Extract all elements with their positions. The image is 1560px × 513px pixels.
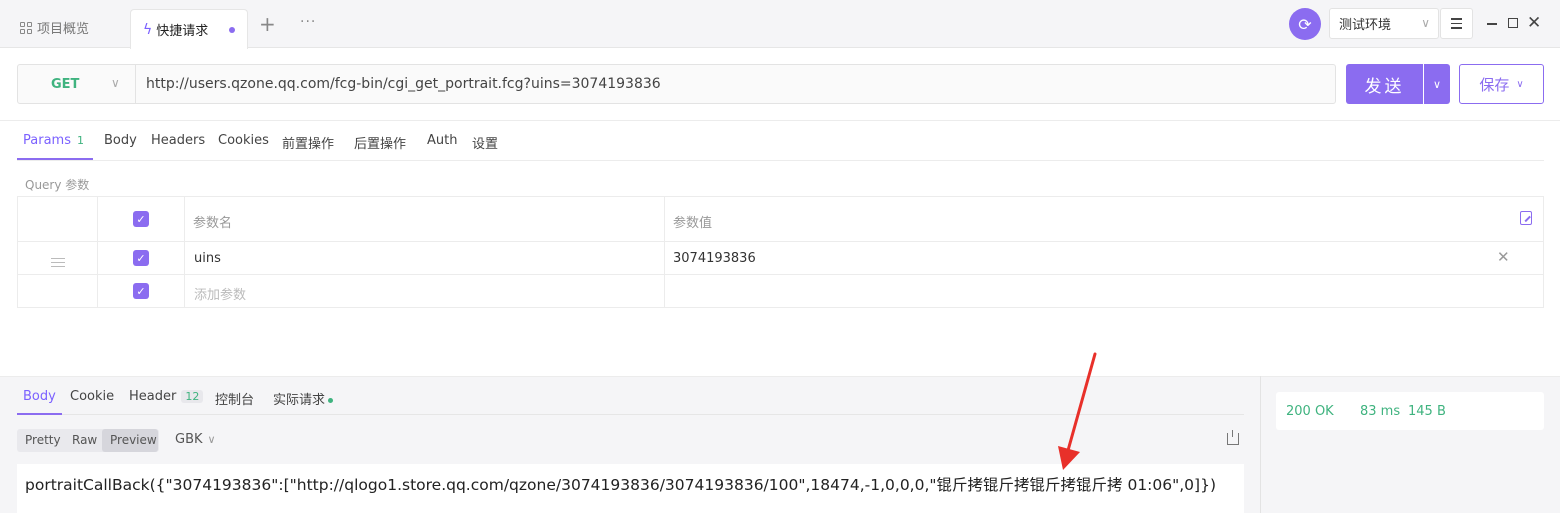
header-count-badge: 12: [181, 390, 204, 403]
bulk-edit-icon[interactable]: [1520, 211, 1532, 225]
status-code: 200 OK: [1286, 404, 1334, 419]
response-status-box: 200 OK 83 ms 145 B: [1276, 392, 1544, 430]
environment-select[interactable]: 测试环境 ∨: [1329, 8, 1439, 39]
request-bar: GET ∨ http://users.qzone.qq.com/fcg-bin/…: [17, 64, 1336, 104]
tab-auth[interactable]: Auth: [427, 133, 457, 148]
resp-tab-cookie[interactable]: Cookie: [70, 389, 114, 404]
param-name-header: 参数名: [193, 216, 233, 231]
minimize-icon[interactable]: [1487, 23, 1497, 25]
url-input[interactable]: http://users.qzone.qq.com/fcg-bin/cgi_ge…: [146, 76, 661, 92]
resp-tab-body[interactable]: Body: [23, 389, 56, 404]
add-param-input[interactable]: 添加参数: [194, 284, 246, 303]
tab-bar: 项目概览 ϟ 快捷请求 + ··· ⟳ 测试环境 ∨ ✕: [0, 0, 1560, 49]
tab-body[interactable]: Body: [104, 133, 137, 148]
add-tab-button[interactable]: +: [259, 14, 276, 34]
tab-quick-request-label: 快捷请求: [156, 24, 209, 39]
view-preview-button[interactable]: Preview: [110, 433, 157, 447]
active-tab-underline: [17, 158, 93, 160]
query-params-label: Query 参数: [25, 178, 90, 192]
tab-project-overview-label: 项目概览: [37, 22, 90, 37]
params-count-badge: 1: [76, 134, 84, 147]
method-select[interactable]: GET ∨: [18, 65, 136, 103]
tab-settings[interactable]: 设置: [472, 133, 498, 152]
request-tabs: Params 1 Body Headers Cookies 前置操作 后置操作 A…: [17, 121, 1544, 161]
view-mode-segmented: Pretty Raw Preview: [17, 429, 159, 452]
tab-headers[interactable]: Headers: [151, 133, 205, 148]
chevron-down-icon: ∨: [111, 76, 120, 90]
menu-button[interactable]: [1440, 8, 1473, 39]
view-raw-button[interactable]: Raw: [72, 433, 97, 447]
close-icon[interactable]: ✕: [1527, 13, 1541, 33]
lightning-icon: ϟ: [143, 21, 153, 38]
response-size: 145 B: [1408, 404, 1446, 419]
resp-tab-actual-request[interactable]: 实际请求: [273, 389, 334, 408]
tab-cookies[interactable]: Cookies: [218, 133, 269, 148]
tab-params[interactable]: Params 1: [23, 133, 84, 148]
table-header-row: ✓ 参数名 参数值: [18, 197, 1543, 242]
view-pretty-button[interactable]: Pretty: [25, 433, 61, 447]
tab-quick-request[interactable]: ϟ 快捷请求: [130, 9, 248, 49]
annotation-arrow: [1058, 352, 1097, 470]
response-time: 83 ms: [1360, 404, 1401, 419]
save-button[interactable]: 保存 ∨: [1459, 64, 1544, 104]
param-value-header: 参数值: [673, 216, 713, 231]
delete-param-icon[interactable]: ✕: [1497, 248, 1510, 266]
encoding-select[interactable]: GBK ∨: [175, 432, 216, 447]
maximize-icon[interactable]: [1508, 18, 1518, 28]
grid-icon: [20, 21, 32, 34]
more-tabs-button[interactable]: ···: [300, 14, 316, 30]
environment-select-value: 测试环境: [1339, 18, 1392, 33]
param-value-input[interactable]: 3074193836: [673, 251, 756, 266]
table-row: ✓ uins 3074193836 ✕: [18, 242, 1543, 275]
unsaved-dot: [229, 27, 235, 33]
encoding-value: GBK: [175, 432, 203, 447]
drag-handle-icon[interactable]: [51, 255, 65, 270]
env-sync-icon[interactable]: ⟳: [1289, 8, 1321, 40]
tab-pre-operations[interactable]: 前置操作: [282, 133, 334, 152]
select-all-checkbox[interactable]: ✓: [133, 211, 149, 227]
send-button[interactable]: 发送: [1346, 64, 1423, 104]
tab-project-overview[interactable]: 项目概览: [20, 18, 89, 37]
tab-post-operations[interactable]: 后置操作: [354, 133, 406, 152]
new-param-checkbox[interactable]: ✓: [133, 283, 149, 299]
params-table: ✓ 参数名 参数值 ✓ uins 3074193836 ✕ ✓ 添加参数: [17, 196, 1544, 308]
active-tab-underline: [17, 413, 62, 415]
resp-tab-console[interactable]: 控制台: [215, 389, 254, 408]
table-row-add: ✓ 添加参数: [18, 275, 1543, 308]
send-dropdown-button[interactable]: ∨: [1424, 64, 1450, 104]
chevron-down-icon: ∨: [1432, 77, 1442, 91]
hamburger-icon: [1451, 18, 1462, 20]
save-button-label: 保存: [1479, 75, 1510, 94]
chevron-down-icon: ∨: [1516, 78, 1524, 90]
status-dot: [328, 398, 334, 403]
response-body-text: portraitCallBack({"3074193836":["http://…: [25, 476, 1216, 494]
divider: [1260, 376, 1261, 513]
chevron-down-icon: ∨: [207, 433, 216, 446]
method-value: GET: [51, 76, 80, 92]
chevron-down-icon: ∨: [1421, 16, 1430, 30]
param-name-input[interactable]: uins: [194, 251, 221, 266]
param-enabled-checkbox[interactable]: ✓: [133, 250, 149, 266]
download-icon[interactable]: [1227, 430, 1239, 445]
resp-tab-header[interactable]: Header 12: [129, 389, 204, 404]
